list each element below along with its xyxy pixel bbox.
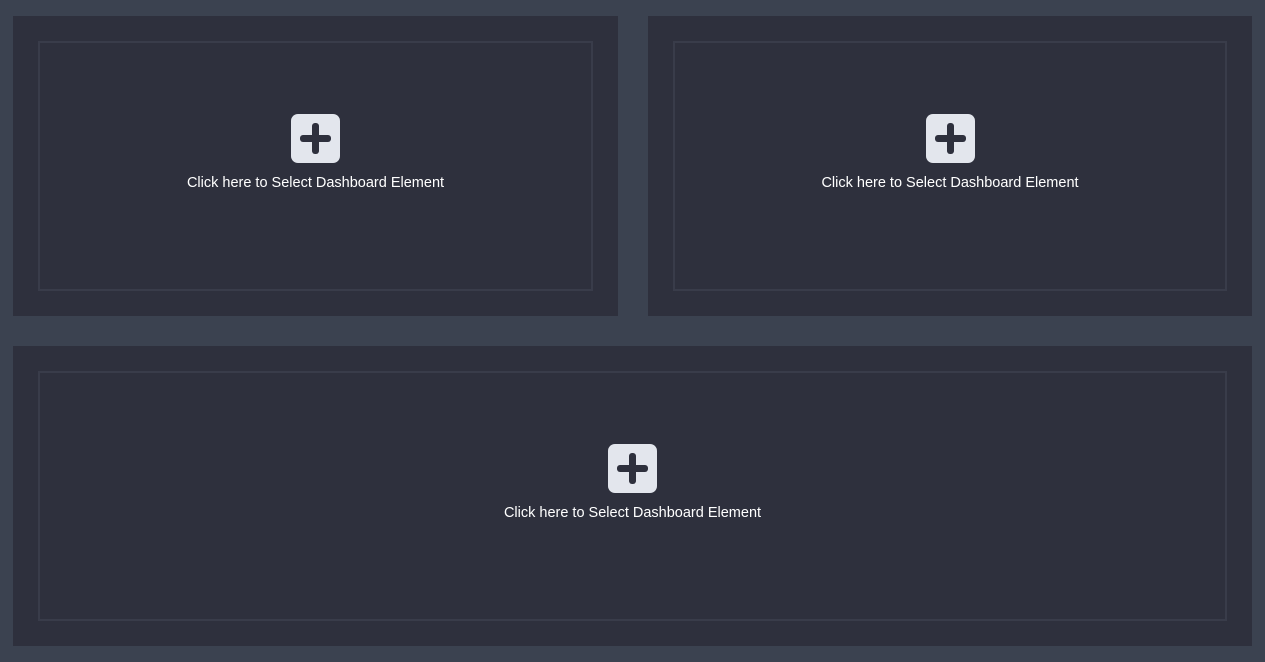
plus-icon — [934, 122, 966, 154]
dashboard-element-placeholder[interactable]: Click here to Select Dashboard Element — [673, 41, 1227, 291]
dashboard-element-placeholder[interactable]: Click here to Select Dashboard Element — [38, 371, 1227, 621]
dashboard-canvas: { "colors": { "background": "#3b4250", "… — [0, 0, 1265, 662]
plus-icon — [300, 122, 331, 154]
plus-icon — [617, 452, 648, 484]
dashboard-panel-top-left: Click here to Select Dashboard Element — [13, 16, 618, 316]
add-element-button[interactable] — [291, 113, 340, 163]
panel-label: Click here to Select Dashboard Element — [186, 174, 445, 191]
panel-label: Click here to Select Dashboard Element — [821, 174, 1079, 191]
dashboard-panel-bottom: Click here to Select Dashboard Element — [13, 346, 1252, 646]
add-element-button[interactable] — [608, 443, 657, 493]
panel-label: Click here to Select Dashboard Element — [503, 504, 762, 521]
dashboard-panel-top-right: Click here to Select Dashboard Element — [648, 16, 1252, 316]
dashboard-element-placeholder[interactable]: Click here to Select Dashboard Element — [38, 41, 593, 291]
add-element-button[interactable] — [925, 113, 975, 163]
